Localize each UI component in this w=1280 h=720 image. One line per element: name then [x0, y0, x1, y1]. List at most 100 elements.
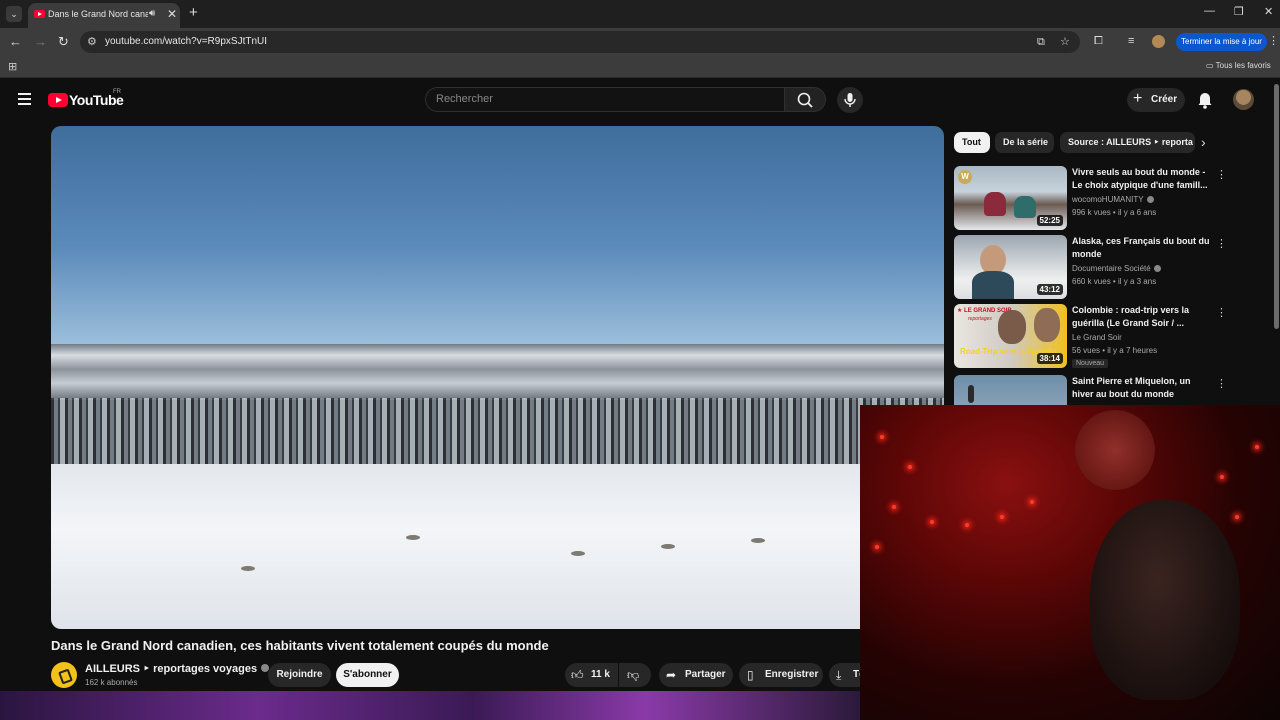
search-button[interactable] [784, 87, 826, 112]
account-avatar[interactable] [1233, 89, 1254, 110]
recommendation-channel: wocomoHUMANITY [1072, 195, 1144, 204]
forward-arrow-icon[interactable]: → [34, 34, 47, 49]
tab-search-chevron-icon[interactable]: ⌄ [6, 6, 22, 22]
dislike-button[interactable]: 👎︎ [619, 663, 651, 687]
recommendation-title[interactable]: Colombie : road-trip vers la guérilla (L… [1072, 304, 1212, 330]
recommendation-meta: 660 k vues • il y a 3 ans [1072, 277, 1157, 286]
country-code: FR [113, 89, 121, 95]
window-close-icon[interactable]: ✕ [1264, 5, 1273, 18]
join-button[interactable]: Rejoindre [268, 663, 331, 687]
thumbnail-person [968, 385, 974, 403]
recommendation-thumbnail[interactable]: 43:12 [954, 235, 1067, 299]
page-scrollbar[interactable] [1274, 84, 1279, 329]
more-actions-icon[interactable]: ⋮ [1216, 168, 1227, 181]
recommendation-item[interactable]: ★ LE GRAND SOIR reportages Road-Trip ver… [954, 304, 1229, 368]
video-frame-rock [571, 551, 585, 556]
reading-list-icon[interactable]: ≡ [1128, 35, 1134, 47]
all-bookmarks-label: Tous les favoris [1215, 61, 1271, 70]
thumbs-down-icon: 👎︎ [627, 668, 640, 682]
more-actions-icon[interactable]: ⋮ [1216, 237, 1227, 250]
fairy-light [965, 523, 969, 527]
maximize-icon[interactable]: ❐ [1234, 5, 1244, 18]
hamburger-menu-icon[interactable] [18, 93, 31, 108]
address-url[interactable]: youtube.com/watch?v=R9pxSJtTnUI [105, 36, 267, 47]
video-player[interactable] [51, 126, 944, 629]
update-button[interactable]: Terminer la mise à jour [1176, 33, 1267, 51]
recommendation-title[interactable]: Alaska, ces Français du bout du monde [1072, 235, 1212, 261]
bookmark-star-icon[interactable]: ☆ [1060, 35, 1070, 48]
save-button[interactable]: ▯ Enregistrer [739, 663, 823, 687]
fairy-light [1255, 445, 1259, 449]
video-frame-horizon [51, 344, 944, 400]
minimize-icon[interactable]: — [1204, 5, 1215, 17]
recommendation-title[interactable]: Vivre seuls au bout du monde - Le choix … [1072, 166, 1212, 192]
subscribe-button[interactable]: S'abonner [336, 663, 399, 687]
recommendation-thumbnail[interactable]: ★ LE GRAND SOIR reportages Road-Trip ver… [954, 304, 1067, 368]
recommendation-thumbnail[interactable] [954, 375, 1067, 405]
install-app-icon[interactable]: ⧉ [1037, 36, 1045, 49]
youtube-logo-icon[interactable] [48, 93, 68, 107]
share-arrow-icon: ➦ [666, 668, 677, 682]
save-label: Enregistrer [765, 669, 819, 680]
search-input[interactable] [436, 93, 766, 105]
background-figure [1075, 410, 1155, 490]
fairy-light [1235, 515, 1239, 519]
back-arrow-icon[interactable]: ← [9, 34, 22, 49]
all-bookmarks-folder[interactable]: ▭ Tous les favoris [1206, 61, 1271, 70]
video-frame-snow [51, 464, 944, 629]
thumbs-up-icon: 👍︎ [571, 668, 584, 682]
fairy-light [875, 545, 879, 549]
tab-audio-icon[interactable]: 🔊︎ [149, 8, 155, 19]
voice-search-button[interactable] [837, 87, 863, 113]
fairy-light [1220, 475, 1224, 479]
recommendation-item[interactable]: 43:12 Alaska, ces Français du bout du mo… [954, 235, 1229, 299]
apps-grid-icon[interactable]: ⊞ [8, 60, 17, 73]
grand-soir-sub-text: reportages [968, 316, 992, 322]
notifications-bell-icon[interactable] [1197, 89, 1213, 111]
tab-close-icon[interactable]: ✕ [167, 7, 177, 21]
view-count: 56 vues [1072, 346, 1101, 355]
channel-name-link[interactable]: AILLEURS ‣ reportages voyages [85, 662, 270, 675]
site-info-icon[interactable]: ⚙︎ [87, 35, 97, 48]
recommendation-channel[interactable]: Le Grand Soir [1072, 333, 1122, 342]
more-actions-icon[interactable]: ⋮ [1216, 306, 1227, 319]
thumbnail-coat [972, 271, 1014, 299]
chip-source[interactable]: Source : AILLEURS ‣ reporta [1060, 132, 1195, 153]
browser-menu-icon[interactable]: ⋮ [1268, 34, 1279, 47]
fairy-light [892, 505, 896, 509]
extensions-puzzle-icon[interactable]: ⧠ [1094, 35, 1103, 48]
reload-icon[interactable]: ↻ [58, 34, 69, 50]
chip-series[interactable]: De la série [995, 132, 1054, 153]
fairy-light [1030, 500, 1034, 504]
bookmark-icon: ▯ [747, 668, 754, 682]
profile-avatar-icon[interactable] [1152, 35, 1165, 48]
more-actions-icon[interactable]: ⋮ [1216, 377, 1227, 390]
youtube-favicon-icon [34, 10, 45, 18]
video-frame-rock [406, 535, 420, 540]
new-tab-plus-icon[interactable]: + [189, 4, 198, 21]
recommendation-meta: 996 k vues • il y a 6 ans [1072, 208, 1157, 217]
view-count: 660 k vues [1072, 277, 1111, 286]
browser-tab-active[interactable]: Dans le Grand Nord canadien, ces habitan… [28, 3, 180, 28]
recommendation-item[interactable]: W 52:25 Vivre seuls au bout du monde - L… [954, 166, 1229, 230]
like-count: 11 k [591, 669, 610, 680]
streamer-face [1090, 500, 1240, 700]
fairy-light [908, 465, 912, 469]
chip-all[interactable]: Tout [954, 132, 990, 153]
recommendation-channel-row[interactable]: Documentaire Société [1072, 264, 1161, 273]
download-button[interactable]: ⤓ Té [829, 663, 860, 687]
share-button[interactable]: ➦ Partager [659, 663, 733, 687]
channel-avatar[interactable] [51, 662, 77, 688]
chips-next-chevron-icon[interactable]: › [1201, 134, 1206, 150]
thumbnail-person [984, 192, 1006, 216]
channel-w-badge: W [958, 170, 972, 184]
recommendation-thumbnail[interactable]: W 52:25 [954, 166, 1067, 230]
recommendation-item[interactable]: Saint Pierre et Miquelon, un hiver au bo… [954, 375, 1229, 405]
recommendation-channel-row[interactable]: wocomoHUMANITY [1072, 195, 1154, 204]
address-bar[interactable]: ⚙︎ youtube.com/watch?v=R9pxSJtTnUI ⧉ ☆ [80, 31, 1080, 53]
like-button[interactable]: 👍︎ 11 k [565, 663, 618, 687]
create-button[interactable]: + Créer [1127, 88, 1185, 112]
download-label: Té [853, 669, 860, 680]
recommendation-title[interactable]: Saint Pierre et Miquelon, un hiver au bo… [1072, 375, 1212, 401]
video-duration: 43:12 [1036, 284, 1063, 295]
